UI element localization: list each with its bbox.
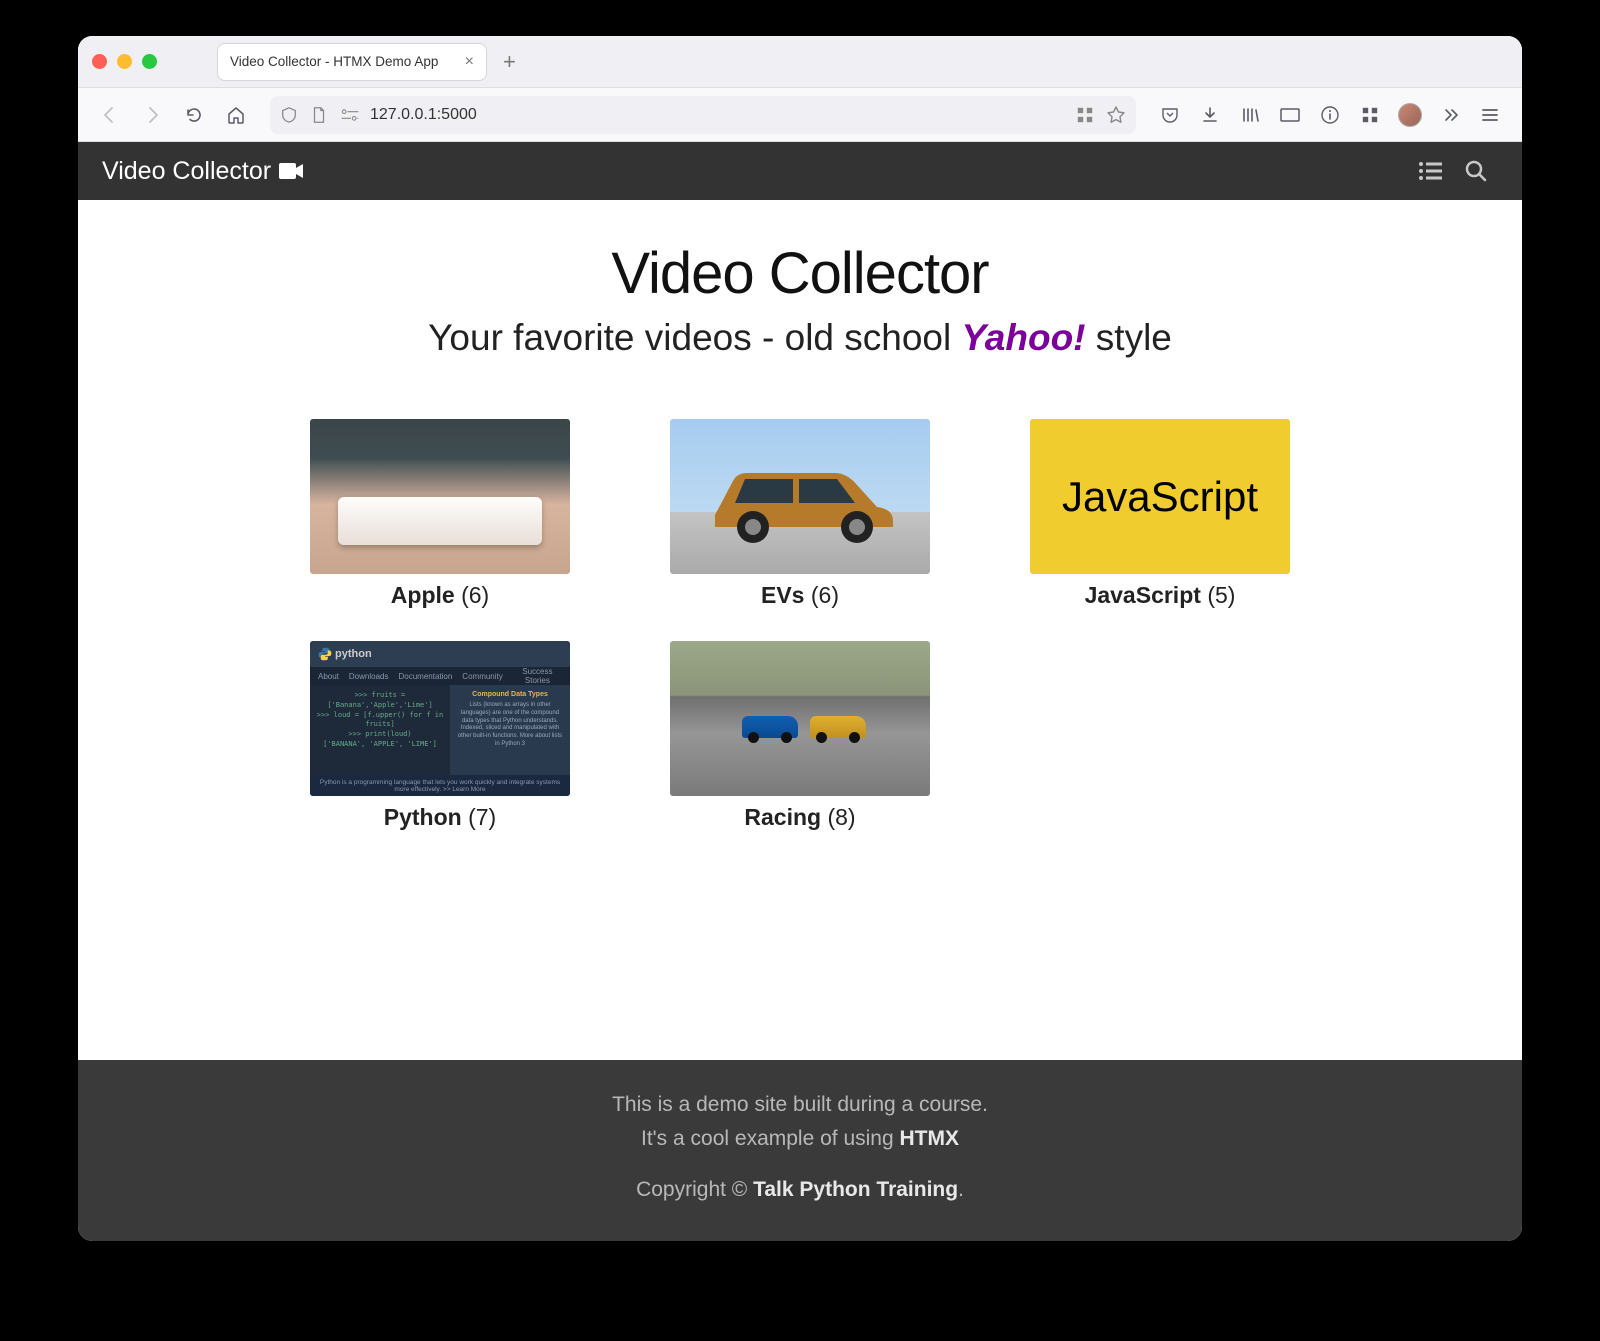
hero: Video Collector Your favorite videos - o… xyxy=(78,240,1522,359)
thumbnail-evs xyxy=(670,419,930,574)
qr-icon[interactable] xyxy=(1076,106,1094,124)
list-icon xyxy=(1418,160,1444,182)
downloads-button[interactable] xyxy=(1192,97,1228,133)
search-icon xyxy=(1464,159,1488,183)
category-label: EVs (6) xyxy=(670,582,930,609)
pocket-button[interactable] xyxy=(1152,97,1188,133)
grid-icon xyxy=(1361,106,1379,124)
toolbar-right-cluster xyxy=(1152,97,1508,133)
minimize-window-button[interactable] xyxy=(117,54,132,69)
thumbnail-python: python AboutDownloadsDocumentationCommun… xyxy=(310,641,570,796)
screen-icon xyxy=(1279,106,1301,124)
extensions-button[interactable] xyxy=(1352,97,1388,133)
browser-toolbar: 127.0.0.1:5000 xyxy=(78,88,1522,142)
thumbnail-javascript: JavaScript xyxy=(1030,419,1290,574)
star-icon[interactable] xyxy=(1106,105,1126,125)
library-icon xyxy=(1240,105,1260,125)
download-icon xyxy=(1200,105,1220,125)
brand-text: Video Collector xyxy=(102,157,271,186)
pocket-icon xyxy=(1160,105,1180,125)
category-label: Apple (6) xyxy=(310,582,570,609)
page-icon xyxy=(310,106,328,124)
home-icon xyxy=(226,105,246,125)
category-card-python[interactable]: python AboutDownloadsDocumentationCommun… xyxy=(310,641,570,831)
video-camera-icon xyxy=(279,161,305,181)
category-card-racing[interactable]: Racing (8) xyxy=(670,641,930,831)
category-label: Python (7) xyxy=(310,804,570,831)
footer-line-2: It's a cool example of using HTMX xyxy=(78,1122,1522,1156)
info-button[interactable] xyxy=(1312,97,1348,133)
responsive-button[interactable] xyxy=(1272,97,1308,133)
footer-copyright: Copyright © Talk Python Training. xyxy=(78,1173,1522,1207)
page-title: Video Collector xyxy=(78,240,1522,307)
chevrons-right-icon xyxy=(1440,105,1460,125)
reload-button[interactable] xyxy=(176,97,212,133)
permissions-icon xyxy=(340,107,360,123)
window-controls xyxy=(92,54,157,69)
search-button[interactable] xyxy=(1454,159,1498,183)
python-logo-icon: python xyxy=(318,647,372,661)
arrow-right-icon xyxy=(142,105,162,125)
tab-bar: Video Collector - HTMX Demo App × + xyxy=(78,36,1522,88)
category-card-javascript[interactable]: JavaScript JavaScript (5) xyxy=(1030,419,1290,609)
thumbnail-racing xyxy=(670,641,930,796)
back-button[interactable] xyxy=(92,97,128,133)
footer-line-1: This is a demo site built during a cours… xyxy=(78,1088,1522,1122)
info-icon xyxy=(1320,105,1340,125)
new-tab-button[interactable]: + xyxy=(497,49,522,75)
app-header: Video Collector xyxy=(78,142,1522,200)
arrow-left-icon xyxy=(100,105,120,125)
yahoo-emphasis: Yahoo! xyxy=(962,317,1086,358)
maximize-window-button[interactable] xyxy=(142,54,157,69)
close-window-button[interactable] xyxy=(92,54,107,69)
page-subtitle: Your favorite videos - old school Yahoo!… xyxy=(78,317,1522,359)
thumbnail-apple xyxy=(310,419,570,574)
category-grid: Apple (6) EVs (6) xyxy=(78,419,1522,831)
category-card-apple[interactable]: Apple (6) xyxy=(310,419,570,609)
category-card-evs[interactable]: EVs (6) xyxy=(670,419,930,609)
overflow-button[interactable] xyxy=(1432,97,1468,133)
library-button[interactable] xyxy=(1232,97,1268,133)
close-tab-icon[interactable]: × xyxy=(465,53,474,71)
brand[interactable]: Video Collector xyxy=(102,157,305,186)
tab-title: Video Collector - HTMX Demo App xyxy=(230,54,438,69)
browser-window: Video Collector - HTMX Demo App × + 127.… xyxy=(78,36,1522,1241)
browser-tab[interactable]: Video Collector - HTMX Demo App × xyxy=(217,43,487,81)
menu-button[interactable] xyxy=(1472,97,1508,133)
hamburger-icon xyxy=(1480,105,1500,125)
reload-icon xyxy=(184,105,204,125)
app-footer: This is a demo site built during a cours… xyxy=(78,1060,1522,1241)
forward-button[interactable] xyxy=(134,97,170,133)
race-car-icon xyxy=(810,716,866,738)
shield-icon xyxy=(280,106,298,124)
page-content: Video Collector Your favorite videos - o… xyxy=(78,200,1522,1060)
footer-link[interactable]: Talk Python Training xyxy=(753,1178,958,1201)
category-label: Racing (8) xyxy=(670,804,930,831)
url-text: 127.0.0.1:5000 xyxy=(370,106,1066,124)
category-label: JavaScript (5) xyxy=(1030,582,1290,609)
account-button[interactable] xyxy=(1392,97,1428,133)
list-button[interactable] xyxy=(1408,160,1454,182)
avatar-icon xyxy=(1398,103,1422,127)
home-button[interactable] xyxy=(218,97,254,133)
car-illustration-icon xyxy=(685,437,915,557)
address-bar[interactable]: 127.0.0.1:5000 xyxy=(270,96,1136,134)
race-car-icon xyxy=(742,716,798,738)
